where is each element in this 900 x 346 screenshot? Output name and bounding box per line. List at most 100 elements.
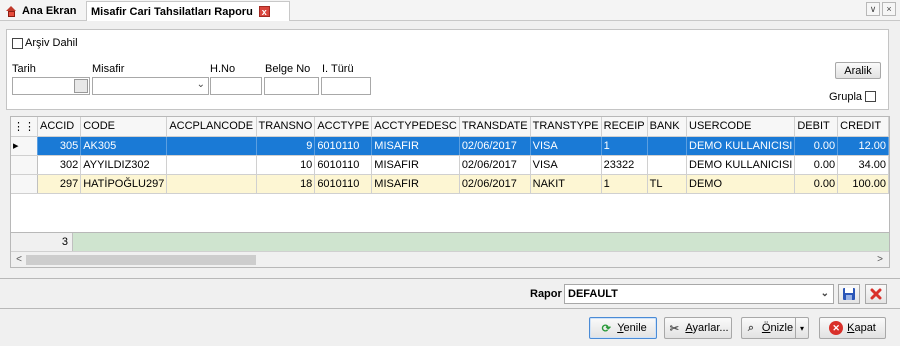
chevron-down-icon: ⌄ bbox=[196, 79, 205, 90]
kapat-label: Kapat bbox=[847, 322, 876, 334]
dropdown-arrow-icon: ▾ bbox=[799, 323, 804, 333]
ituru-field[interactable] bbox=[321, 77, 371, 95]
table-cell[interactable]: 297 bbox=[37, 174, 82, 194]
col-header[interactable]: CODE bbox=[80, 117, 168, 137]
table-cell[interactable]: NAKIT bbox=[530, 174, 602, 194]
table-cell[interactable]: 02/06/2017 bbox=[459, 136, 531, 156]
delete-icon bbox=[870, 288, 882, 300]
onizle-button[interactable]: ⌕ Önizle bbox=[741, 317, 795, 339]
table-cell[interactable]: 0.00 bbox=[794, 136, 839, 156]
table-cell[interactable]: 6010110 bbox=[314, 174, 373, 194]
yenile-button[interactable]: ⟳ Yenile bbox=[589, 317, 657, 339]
belgeno-field[interactable] bbox=[264, 77, 319, 95]
table-cell[interactable] bbox=[647, 155, 688, 175]
tab-report[interactable]: Misafir Cari Tahsilatları Raporu x bbox=[86, 1, 290, 21]
col-header[interactable]: USERCODE bbox=[686, 117, 796, 137]
table-cell[interactable]: 10 bbox=[256, 155, 316, 175]
grupla-checkbox[interactable] bbox=[865, 91, 876, 102]
tarih-field[interactable] bbox=[12, 77, 90, 95]
table-cell[interactable]: TL bbox=[647, 174, 688, 194]
col-header[interactable]: TRANSNO bbox=[256, 117, 316, 137]
tab-home[interactable]: Ana Ekran bbox=[2, 1, 84, 21]
table-cell[interactable] bbox=[166, 174, 257, 194]
row-indicator bbox=[11, 155, 38, 175]
table-cell[interactable]: 18 bbox=[256, 174, 316, 194]
onizle-dropdown-button[interactable]: ▾ bbox=[795, 317, 809, 339]
table-cell[interactable]: VISA bbox=[530, 136, 602, 156]
aralik-button[interactable]: Aralik bbox=[835, 62, 881, 79]
col-header[interactable]: ACCPLANCODE bbox=[166, 117, 257, 137]
table-row[interactable]: 302 AYYILDIZ302 10 6010110 MISAFIR 02/06… bbox=[11, 155, 889, 175]
table-cell[interactable]: 1 bbox=[601, 174, 648, 194]
tab-report-label: Misafir Cari Tahsilatları Raporu bbox=[91, 5, 253, 18]
table-cell[interactable]: MISAFIR bbox=[371, 155, 460, 175]
record-count: 3 bbox=[11, 233, 73, 251]
grupla-label: Grupla bbox=[829, 91, 863, 103]
yenile-label: Yenile bbox=[617, 322, 647, 334]
table-cell[interactable]: 02/06/2017 bbox=[459, 155, 531, 175]
col-header[interactable]: ACCID bbox=[37, 117, 82, 137]
table-cell[interactable] bbox=[166, 155, 257, 175]
table-cell[interactable]: MISAFIR bbox=[371, 174, 460, 194]
table-cell[interactable]: HATİPOĞLU297 bbox=[80, 174, 168, 194]
ayarlar-label: Ayarlar... bbox=[685, 322, 729, 334]
hno-label: H.No bbox=[210, 63, 236, 75]
table-cell[interactable]: 02/06/2017 bbox=[459, 174, 531, 194]
table-cell[interactable]: 305 bbox=[37, 136, 82, 156]
col-header[interactable]: DEBIT bbox=[794, 117, 839, 137]
scroll-right-icon[interactable]: > bbox=[873, 253, 887, 267]
table-cell[interactable]: 23322 bbox=[601, 155, 648, 175]
table-cell[interactable]: 6010110 bbox=[314, 155, 373, 175]
col-header[interactable]: ACCTYPEDESC bbox=[371, 117, 460, 137]
table-cell[interactable]: VISA bbox=[530, 155, 602, 175]
table-row[interactable]: 297 HATİPOĞLU297 18 6010110 MISAFIR 02/0… bbox=[11, 174, 889, 194]
hno-field[interactable] bbox=[210, 77, 262, 95]
delete-report-button[interactable] bbox=[865, 284, 887, 304]
table-cell[interactable]: 0.00 bbox=[794, 174, 839, 194]
table-cell[interactable]: DEMO KULLANICISI bbox=[686, 155, 796, 175]
table-cell[interactable]: 100.00 bbox=[837, 174, 889, 194]
calendar-icon[interactable] bbox=[74, 79, 88, 93]
grid-corner[interactable]: ⋮⋮ bbox=[11, 117, 38, 137]
col-header[interactable]: RECEIP bbox=[601, 117, 648, 137]
onizle-label: Önizle bbox=[761, 322, 794, 334]
col-header[interactable]: ACCTYPE bbox=[314, 117, 373, 137]
table-cell[interactable]: 9 bbox=[256, 136, 316, 156]
grid-footer: 3 bbox=[11, 232, 889, 251]
belgeno-label: Belge No bbox=[265, 63, 311, 75]
filter-panel: Arşiv Dahil Tarih Misafir H.No Belge No … bbox=[6, 29, 889, 110]
tab-bar: Ana Ekran Misafir Cari Tahsilatları Rapo… bbox=[0, 0, 900, 21]
table-cell[interactable]: MISAFIR bbox=[371, 136, 460, 156]
table-cell[interactable]: AYYILDIZ302 bbox=[80, 155, 168, 175]
rapor-label: Rapor bbox=[530, 288, 562, 300]
rapor-dropdown[interactable]: DEFAULT ⌄ bbox=[564, 284, 834, 304]
window-close-button[interactable]: × bbox=[882, 2, 896, 16]
archive-checkbox[interactable] bbox=[12, 38, 23, 49]
table-cell[interactable] bbox=[647, 136, 688, 156]
tab-close-icon[interactable]: x bbox=[258, 6, 270, 17]
table-cell[interactable]: 0.00 bbox=[794, 155, 839, 175]
table-cell[interactable]: DEMO KULLANICISI bbox=[686, 136, 796, 156]
window-dropdown-button[interactable]: ∨ bbox=[866, 2, 880, 16]
table-cell[interactable]: 302 bbox=[37, 155, 82, 175]
col-header[interactable]: BANK bbox=[647, 117, 688, 137]
misafir-dropdown[interactable]: ⌄ bbox=[92, 77, 209, 95]
table-cell[interactable]: DEMO bbox=[686, 174, 796, 194]
table-cell[interactable] bbox=[166, 136, 257, 156]
ayarlar-button[interactable]: ✂ Ayarlar... bbox=[664, 317, 732, 339]
table-cell[interactable]: 12.00 bbox=[837, 136, 889, 156]
horizontal-scrollbar[interactable]: < > bbox=[11, 251, 889, 267]
floppy-icon bbox=[843, 288, 855, 300]
scroll-left-icon[interactable]: < bbox=[12, 253, 26, 267]
scrollbar-thumb[interactable] bbox=[26, 255, 256, 265]
table-cell[interactable]: 6010110 bbox=[314, 136, 373, 156]
col-header[interactable]: CREDIT bbox=[837, 117, 889, 137]
table-cell[interactable]: 34.00 bbox=[837, 155, 889, 175]
table-cell[interactable]: 1 bbox=[601, 136, 648, 156]
table-cell[interactable]: AK305 bbox=[80, 136, 168, 156]
table-row[interactable]: ▸ 305 AK305 9 6010110 MISAFIR 02/06/2017… bbox=[11, 136, 889, 156]
col-header[interactable]: TRANSTYPE bbox=[530, 117, 602, 137]
col-header[interactable]: TRANSDATE bbox=[459, 117, 531, 137]
save-report-button[interactable] bbox=[838, 284, 860, 304]
kapat-button[interactable]: ✕ Kapat bbox=[819, 317, 886, 339]
